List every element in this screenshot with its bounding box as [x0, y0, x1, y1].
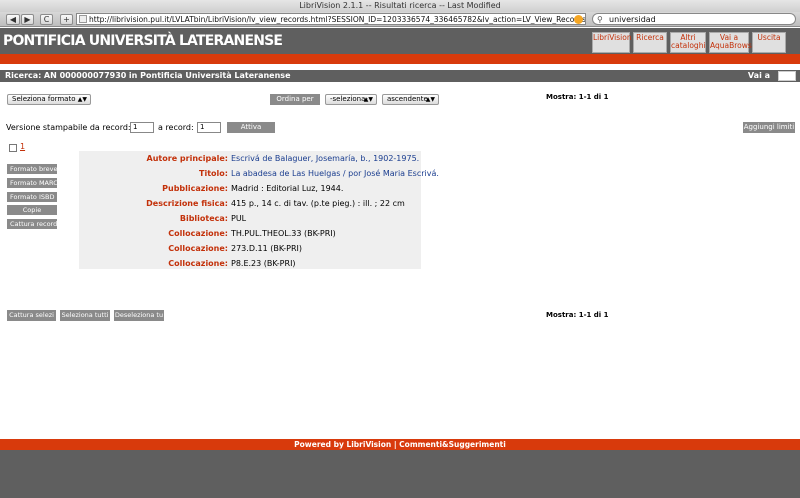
- order-button[interactable]: Ordina per: [270, 94, 320, 105]
- field-label: Titolo:: [199, 169, 228, 178]
- vaia-label: Vai a: [747, 71, 770, 80]
- nav-altri-cataloghi[interactable]: Altri cataloghi: [670, 32, 706, 53]
- back-button[interactable]: ◀: [6, 14, 20, 25]
- record-field-row: Biblioteca: PUL: [79, 212, 421, 226]
- field-value: 273.D.11 (BK-PRI): [231, 244, 303, 253]
- format-short-button[interactable]: Formato breve: [7, 164, 57, 174]
- url-bar[interactable]: http://librivision.pul.it/LVLATbin/Libri…: [76, 13, 586, 25]
- direction-select-value: ascendente: [387, 95, 428, 103]
- field-label: Collocazione:: [168, 244, 228, 253]
- record-checkbox[interactable]: [9, 144, 17, 152]
- chevron-down-icon: ▲▼: [77, 96, 87, 103]
- select-all-button[interactable]: Seleziona tutti: [60, 310, 110, 321]
- ricerca-suffix: in Pontificia Università Lateranense: [128, 71, 291, 80]
- record-field-row: Pubblicazione: Madrid : Editorial Luz, 1…: [79, 182, 421, 196]
- print-label: Versione stampabile da record:: [6, 123, 131, 132]
- direction-select[interactable]: ascendente ▲▼: [382, 94, 439, 105]
- print-to-input[interactable]: 1: [197, 122, 221, 133]
- format-select[interactable]: Seleziona formato ▲▼: [7, 94, 91, 105]
- author-link[interactable]: Escrivá de Balaguer, Josemaría, b., 1902…: [231, 154, 419, 163]
- field-label: Collocazione:: [168, 259, 228, 268]
- rss-icon[interactable]: [574, 15, 583, 24]
- nav-uscita[interactable]: Uscita: [752, 32, 786, 53]
- search-info-bar: Ricerca: AN 000000077930 in Pontificia U…: [0, 70, 800, 82]
- vaia-input[interactable]: [778, 71, 796, 81]
- field-label: Descrizione fisica:: [146, 199, 228, 208]
- record-field-row: Collocazione: P8.E.23 (BK-PRI): [79, 257, 421, 271]
- print-to-label: a record:: [158, 123, 194, 132]
- browser-toolbar: ◀ ▶ C + http://librivision.pul.it/LVLATb…: [0, 12, 800, 27]
- chevron-down-icon: ▲▼: [425, 96, 435, 103]
- format-isbd-button[interactable]: Formato ISBD: [7, 192, 57, 202]
- record-number-link[interactable]: 1: [20, 142, 25, 151]
- ricerca-value: AN 000000077930: [43, 71, 127, 80]
- url-text: http://librivision.pul.it/LVLATbin/Libri…: [89, 15, 586, 24]
- record-field-row: Collocazione: TH.PUL.THEOL.33 (BK-PRI): [79, 227, 421, 241]
- add-bookmark-button[interactable]: +: [60, 14, 73, 25]
- field-value: Madrid : Editorial Luz, 1944.: [231, 184, 344, 193]
- copies-button[interactable]: Copie: [7, 205, 57, 215]
- record-field-row: Titolo: La abadesa de Las Huelgas / por …: [79, 167, 439, 181]
- site-title: PONTIFICIA UNIVERSITÀ LATERANENSE: [3, 33, 283, 49]
- field-label: Pubblicazione:: [162, 184, 228, 193]
- attiva-button[interactable]: Attiva: [227, 122, 275, 133]
- order-select-value: -seleziona-: [330, 95, 368, 103]
- add-limits-button[interactable]: Aggiungi limiti: [743, 122, 795, 133]
- search-icon: ⚲: [597, 15, 603, 24]
- search-value: universidad: [609, 15, 656, 24]
- nav-librivision[interactable]: LibriVision: [592, 32, 632, 53]
- field-label: Autore principale:: [146, 154, 228, 163]
- header-accent-bar: [0, 54, 800, 64]
- site-header: PONTIFICIA UNIVERSITÀ LATERANENSE LibriV…: [0, 28, 800, 54]
- field-value: TH.PUL.THEOL.33 (BK-PRI): [231, 229, 336, 238]
- field-value: P8.E.23 (BK-PRI): [231, 259, 296, 268]
- results-count-top: Mostra: 1-1 di 1: [546, 93, 609, 101]
- field-value: PUL: [231, 214, 247, 223]
- capture-selected-button[interactable]: Cattura selezi: [7, 310, 56, 321]
- deselect-all-button[interactable]: Deseleziona tu: [114, 310, 164, 321]
- format-marc-button[interactable]: Formato MARC: [7, 178, 57, 188]
- title-link[interactable]: La abadesa de Las Huelgas / por José Mar…: [231, 169, 439, 178]
- field-label: Collocazione:: [168, 229, 228, 238]
- results-count-bottom: Mostra: 1-1 di 1: [546, 311, 609, 319]
- favicon-icon: [79, 15, 87, 23]
- field-label: Biblioteca:: [179, 214, 228, 223]
- capture-record-button[interactable]: Cattura record: [7, 219, 57, 229]
- record-field-row: Autore principale: Escrivá de Balaguer, …: [79, 152, 421, 166]
- footer-gray-area: [0, 450, 800, 498]
- nav-ricerca[interactable]: Ricerca: [633, 32, 667, 53]
- record-detail-panel: Autore principale: Escrivá de Balaguer, …: [79, 151, 439, 271]
- print-from-input[interactable]: 1: [130, 122, 154, 133]
- browser-search-input[interactable]: ⚲ universidad: [592, 13, 796, 25]
- order-select[interactable]: -seleziona- ▲▼: [325, 94, 377, 105]
- record-field-row: Collocazione: 273.D.11 (BK-PRI): [79, 242, 421, 256]
- forward-button[interactable]: ▶: [21, 14, 34, 25]
- chevron-down-icon: ▲▼: [363, 96, 373, 103]
- reload-button[interactable]: C: [40, 14, 53, 25]
- nav-aquabrowser[interactable]: Vai a AquaBrowser: [709, 32, 760, 53]
- format-select-value: Seleziona formato: [12, 95, 76, 103]
- window-title: LibriVision 2.1.1 -- Risultati ricerca -…: [0, 0, 800, 12]
- field-value: 415 p., 14 c. di tav. (p.te pieg.) : ill…: [231, 199, 405, 208]
- ricerca-label: Ricerca:: [5, 71, 42, 80]
- record-field-row: Descrizione fisica: 415 p., 14 c. di tav…: [79, 197, 421, 211]
- footer-bar[interactable]: Powered by LibriVision | Commenti&Sugger…: [0, 439, 800, 450]
